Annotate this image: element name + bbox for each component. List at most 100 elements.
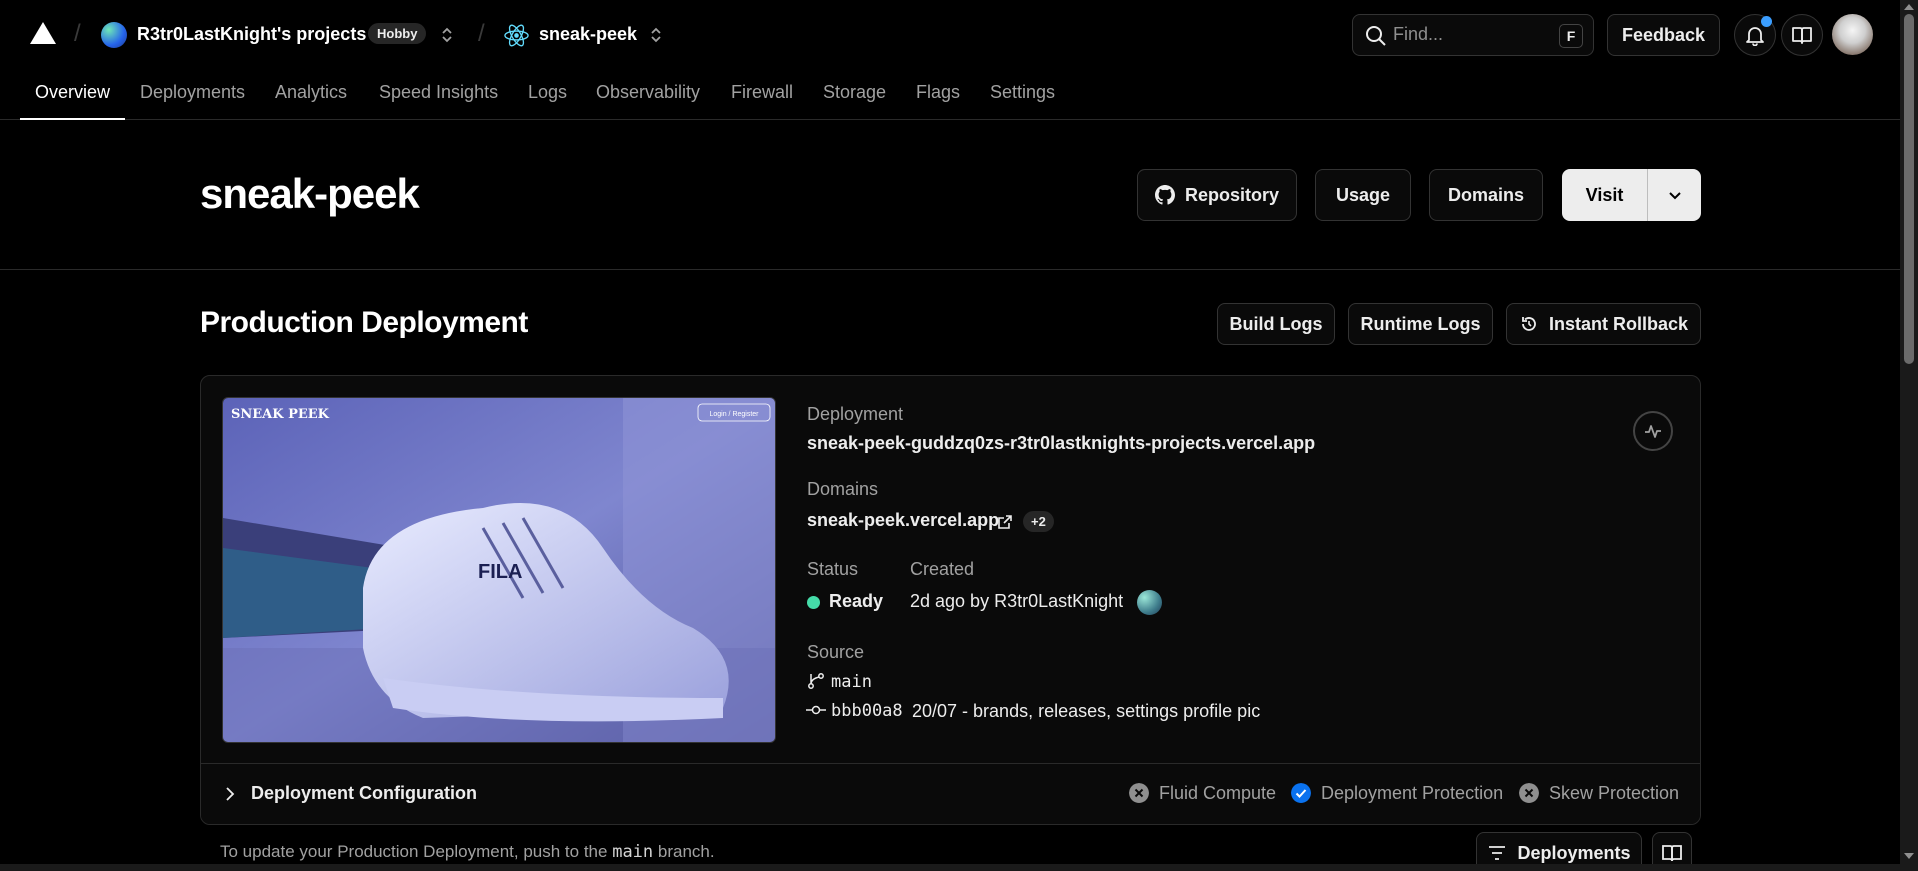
tab-settings[interactable]: Settings xyxy=(990,82,1055,103)
activity-icon xyxy=(1645,425,1661,438)
project-tabs: Overview Deployments Analytics Speed Ins… xyxy=(0,70,1900,120)
deployment-label: Deployment xyxy=(807,404,904,424)
deployment-activity-button[interactable] xyxy=(1633,411,1673,451)
instant-rollback-button[interactable]: Instant Rollback xyxy=(1506,303,1701,345)
visit-dropdown-button[interactable] xyxy=(1648,169,1701,221)
feature-skew-protection: Skew Protection xyxy=(1549,783,1680,803)
plan-badge: Hobby xyxy=(368,23,427,44)
update-hint-branch: main xyxy=(612,842,654,862)
tab-logs[interactable]: Logs xyxy=(528,82,567,103)
deployment-card: FILA SNEAK PEEK Login / Register Deploym… xyxy=(200,375,1701,825)
update-hint-text-before: To update your Production Deployment, pu… xyxy=(220,842,608,861)
visit-button[interactable]: Visit xyxy=(1562,169,1648,221)
chevron-down-icon xyxy=(1668,192,1681,200)
update-hint: To update your Production Deployment, pu… xyxy=(220,842,715,862)
created-label: Created xyxy=(910,559,975,579)
preview-shoe-brand: FILA xyxy=(478,561,522,583)
status-label: Status xyxy=(807,559,859,579)
extra-domains-badge[interactable]: +2 xyxy=(1023,511,1054,532)
deployment-preview-image[interactable]: FILA SNEAK PEEK Login / Register xyxy=(222,397,776,743)
visit-button-group: Visit xyxy=(1562,169,1701,221)
commit-hash[interactable]: bbb00a8 xyxy=(831,701,903,721)
commit-message: 20/07 - brands, releases, settings profi… xyxy=(912,701,1261,721)
rollback-icon xyxy=(1522,317,1536,331)
team-name[interactable]: R3tr0LastKnight's projects xyxy=(137,24,366,45)
scroll-down-arrow-icon[interactable] xyxy=(1904,853,1914,859)
project-switcher-chevron-icon[interactable] xyxy=(649,26,663,44)
horizontal-scrollbar[interactable] xyxy=(0,864,1900,871)
section-title: Production Deployment xyxy=(200,306,528,339)
search-shortcut-key: F xyxy=(1559,24,1583,48)
created-value: 2d ago by R3tr0LastKnight xyxy=(910,591,1124,611)
tab-firewall[interactable]: Firewall xyxy=(731,82,793,103)
notification-dot xyxy=(1761,16,1772,27)
tab-analytics[interactable]: Analytics xyxy=(275,82,347,103)
team-switcher-chevron-icon[interactable] xyxy=(440,26,454,44)
status-value: Ready xyxy=(829,591,884,611)
vercel-logo-icon[interactable] xyxy=(30,22,56,44)
update-hint-text-after: branch. xyxy=(657,842,715,861)
search-icon xyxy=(1366,26,1386,46)
enabled-check-icon xyxy=(1291,783,1311,803)
tab-flags[interactable]: Flags xyxy=(916,82,960,103)
build-logs-label: Build Logs xyxy=(1229,313,1323,334)
notifications-button[interactable] xyxy=(1734,14,1776,56)
domains-label: Domains xyxy=(807,479,879,499)
filter-icon xyxy=(1489,846,1506,860)
disabled-x-icon xyxy=(1519,783,1539,803)
deployment-url[interactable]: sneak-peek-guddzq0zs-r3tr0lastknights-pr… xyxy=(807,433,1315,454)
runtime-logs-button[interactable]: Runtime Logs xyxy=(1348,303,1493,345)
scroll-up-arrow-icon[interactable] xyxy=(1904,4,1914,10)
docs-button[interactable] xyxy=(1781,14,1823,56)
usage-button-label: Usage xyxy=(1335,184,1391,205)
search-box[interactable]: F xyxy=(1352,14,1594,56)
external-link-icon[interactable] xyxy=(997,514,1013,530)
tab-storage[interactable]: Storage xyxy=(823,82,886,103)
instant-rollback-label: Instant Rollback xyxy=(1548,313,1689,334)
page-title: sneak-peek xyxy=(200,170,420,217)
git-branch-icon xyxy=(808,673,824,689)
team-avatar[interactable] xyxy=(101,22,127,48)
vertical-scrollbar[interactable] xyxy=(1900,0,1918,871)
header-divider xyxy=(0,269,1900,270)
creator-avatar[interactable] xyxy=(1137,590,1162,615)
project-name[interactable]: sneak-peek xyxy=(539,24,637,45)
build-logs-button[interactable]: Build Logs xyxy=(1217,303,1335,345)
source-label: Source xyxy=(807,642,865,662)
bell-icon xyxy=(1746,27,1764,46)
tab-observability[interactable]: Observability xyxy=(596,82,700,103)
runtime-logs-label: Runtime Logs xyxy=(1360,313,1481,334)
top-bar: / R3tr0LastKnight's projects Hobby / sne… xyxy=(0,0,1900,70)
deployment-configuration-row[interactable]: Deployment Configuration Fluid Compute D… xyxy=(201,763,1700,824)
react-icon xyxy=(504,24,529,47)
source-branch[interactable]: main xyxy=(831,672,872,692)
scrollbar-thumb[interactable] xyxy=(1904,14,1914,364)
feature-deployment-protection: Deployment Protection xyxy=(1321,783,1504,803)
feedback-button-label: Feedback xyxy=(1621,24,1706,45)
deployment-configuration-title: Deployment Configuration xyxy=(251,783,477,803)
preview-brand: SNEAK PEEK xyxy=(231,407,330,422)
feature-fluid-compute: Fluid Compute xyxy=(1159,783,1277,803)
breadcrumb-separator: / xyxy=(74,20,81,47)
user-avatar[interactable] xyxy=(1832,14,1873,55)
domain-link[interactable]: sneak-peek.vercel.app xyxy=(807,510,999,531)
tab-deployments[interactable]: Deployments xyxy=(140,82,245,103)
status-indicator xyxy=(807,596,820,609)
domains-button-label: Domains xyxy=(1447,184,1525,205)
github-icon xyxy=(1154,185,1175,205)
active-tab-indicator xyxy=(20,118,125,120)
domains-button[interactable]: Domains xyxy=(1429,169,1543,221)
repository-button[interactable]: Repository xyxy=(1137,169,1297,221)
usage-button[interactable]: Usage xyxy=(1315,169,1411,221)
tab-overview[interactable]: Overview xyxy=(35,82,110,103)
repository-button-label: Repository xyxy=(1184,184,1280,205)
search-input[interactable] xyxy=(1393,24,1543,45)
book-icon xyxy=(1662,845,1682,862)
tab-speed-insights[interactable]: Speed Insights xyxy=(379,82,498,103)
preview-image: FILA SNEAK PEEK Login / Register xyxy=(223,398,775,742)
book-icon xyxy=(1792,27,1812,44)
chevron-right-icon xyxy=(226,787,235,801)
deployments-button-label: Deployments xyxy=(1517,842,1631,863)
git-commit-icon xyxy=(806,705,826,715)
feedback-button[interactable]: Feedback xyxy=(1607,14,1720,56)
